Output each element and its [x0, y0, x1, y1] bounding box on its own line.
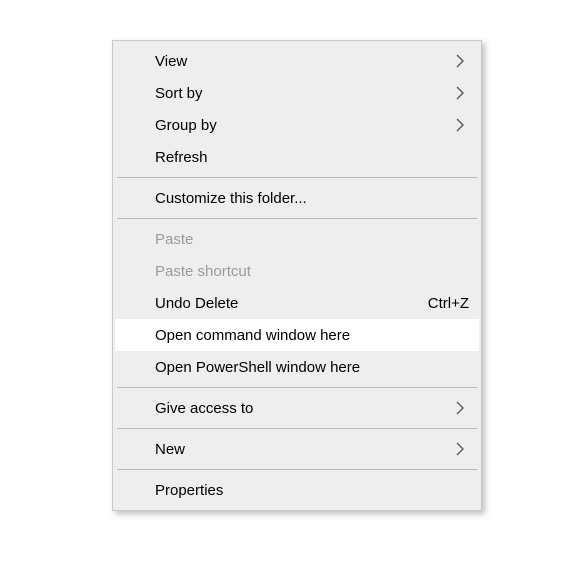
explorer-context-menu: View Sort by Group by Refresh Customize … [112, 40, 482, 511]
menu-item-label: Group by [155, 117, 451, 134]
chevron-right-icon [451, 442, 469, 456]
menu-separator [117, 218, 477, 219]
chevron-right-icon [451, 54, 469, 68]
menu-item-group-by[interactable]: Group by [115, 109, 479, 141]
menu-item-label: Paste shortcut [155, 263, 469, 280]
menu-item-view[interactable]: View [115, 45, 479, 77]
menu-item-label: Paste [155, 231, 469, 248]
menu-item-label: Open command window here [155, 327, 469, 344]
menu-item-label: Undo Delete [155, 295, 414, 312]
menu-item-label: New [155, 441, 451, 458]
menu-item-give-access-to[interactable]: Give access to [115, 392, 479, 424]
menu-item-paste: Paste [115, 223, 479, 255]
menu-separator [117, 428, 477, 429]
menu-item-properties[interactable]: Properties [115, 474, 479, 506]
menu-item-paste-shortcut: Paste shortcut [115, 255, 479, 287]
menu-item-sort-by[interactable]: Sort by [115, 77, 479, 109]
chevron-right-icon [451, 118, 469, 132]
menu-item-shortcut: Ctrl+Z [428, 295, 469, 312]
menu-item-customize-folder[interactable]: Customize this folder... [115, 182, 479, 214]
menu-separator [117, 469, 477, 470]
menu-item-new[interactable]: New [115, 433, 479, 465]
menu-item-label: Give access to [155, 400, 451, 417]
menu-item-label: Refresh [155, 149, 469, 166]
chevron-right-icon [451, 401, 469, 415]
menu-item-label: Customize this folder... [155, 190, 469, 207]
menu-item-label: Open PowerShell window here [155, 359, 469, 376]
chevron-right-icon [451, 86, 469, 100]
menu-separator [117, 387, 477, 388]
menu-item-undo-delete[interactable]: Undo Delete Ctrl+Z [115, 287, 479, 319]
menu-item-label: Sort by [155, 85, 451, 102]
menu-item-refresh[interactable]: Refresh [115, 141, 479, 173]
menu-item-label: View [155, 53, 451, 70]
menu-separator [117, 177, 477, 178]
menu-item-open-command-window[interactable]: Open command window here [115, 319, 479, 351]
menu-item-open-powershell-window[interactable]: Open PowerShell window here [115, 351, 479, 383]
menu-item-label: Properties [155, 482, 469, 499]
